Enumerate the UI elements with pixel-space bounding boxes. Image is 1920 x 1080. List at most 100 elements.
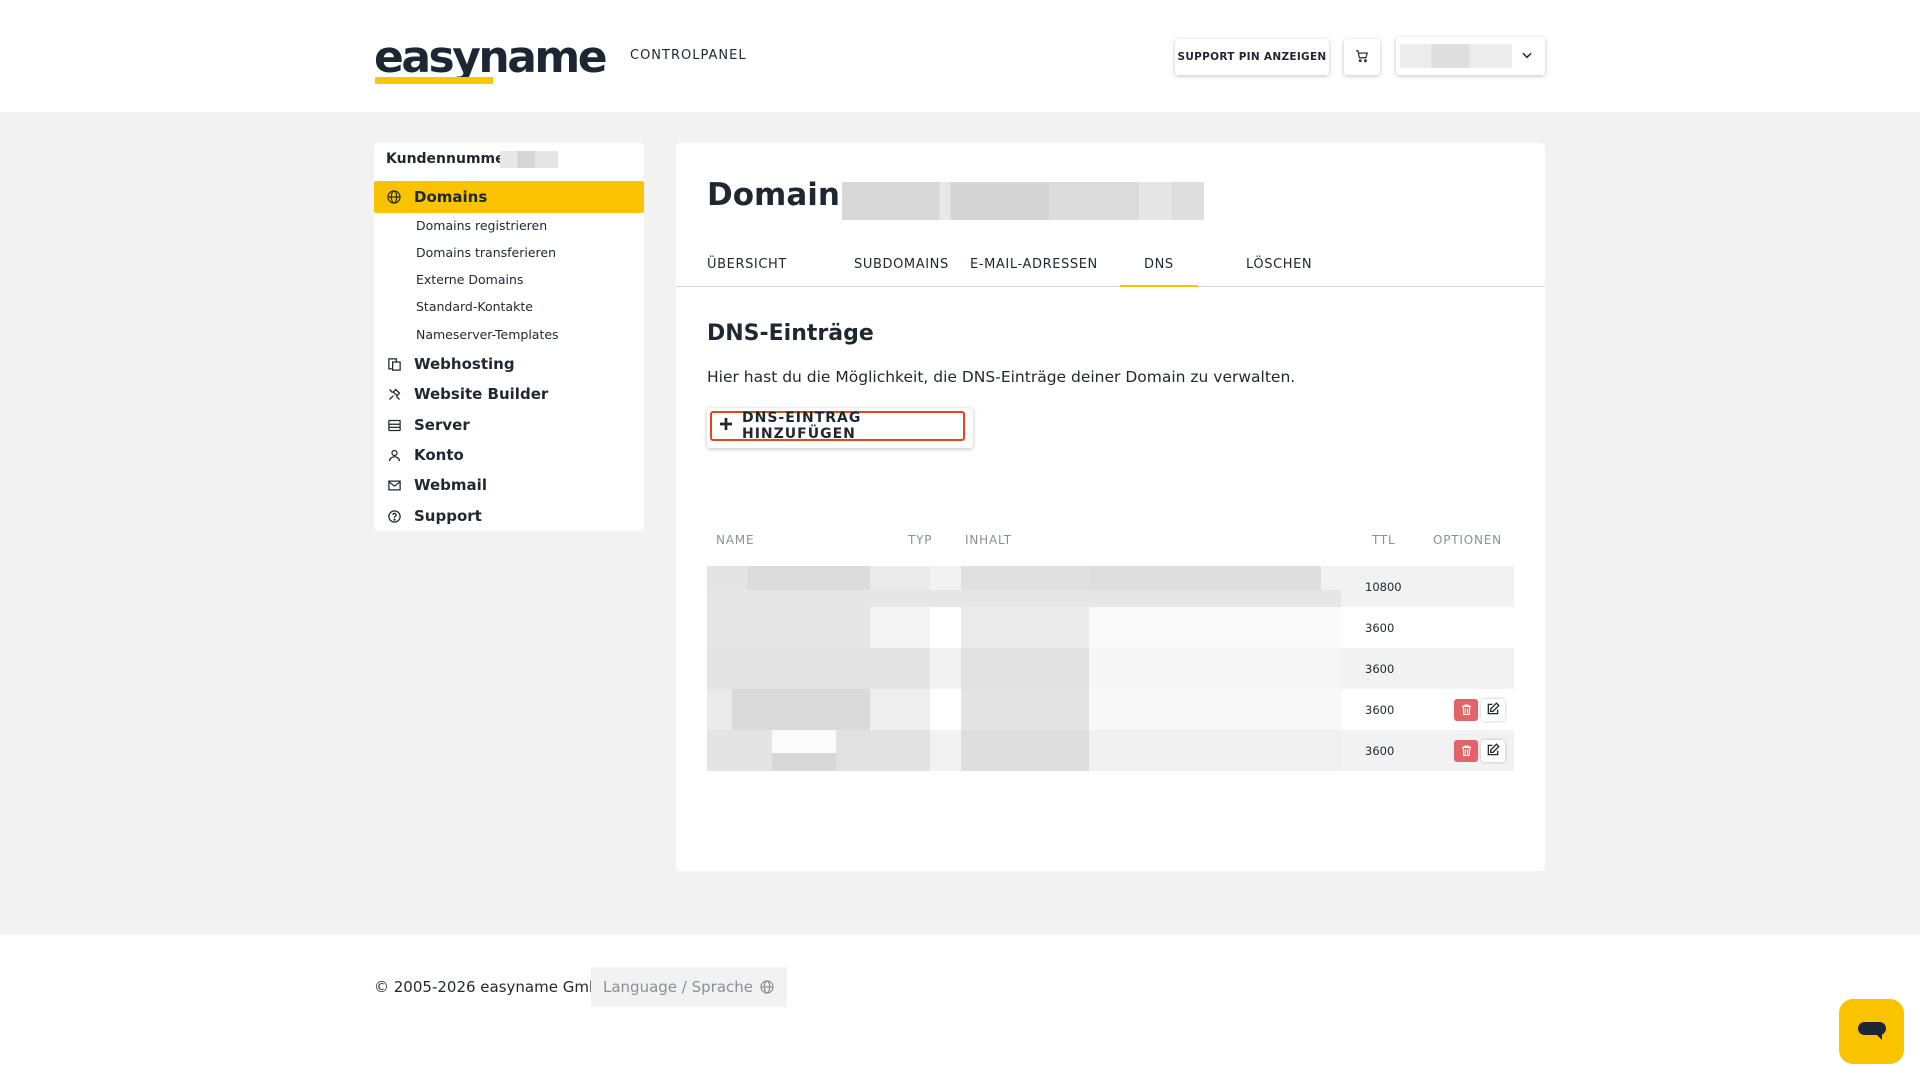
customer-number-redacted bbox=[500, 151, 558, 168]
sidebar-item-server[interactable]: Server bbox=[374, 411, 644, 439]
redacted-cell bbox=[707, 648, 930, 689]
help-icon bbox=[386, 508, 402, 524]
redacted-cell bbox=[707, 689, 732, 730]
redacted-cell bbox=[1089, 566, 1321, 590]
chat-icon bbox=[1856, 1018, 1888, 1046]
server-icon bbox=[386, 417, 402, 433]
redacted-cell bbox=[707, 730, 772, 771]
chat-button[interactable] bbox=[1839, 999, 1904, 1064]
redacted-cell bbox=[836, 730, 930, 771]
sidebar-item-support[interactable]: Support bbox=[374, 502, 644, 530]
mail-icon bbox=[386, 477, 402, 493]
redacted-cell bbox=[961, 648, 1089, 689]
domain-tabs: ÜBERSICHT SUBDOMAINS E-MAIL-ADRESSEN DNS… bbox=[676, 243, 1545, 287]
delete-record-button[interactable] bbox=[1454, 740, 1478, 762]
sidebar-item-label: Konto bbox=[414, 446, 464, 464]
column-header-content: INHALT bbox=[965, 533, 1012, 547]
edit-record-button[interactable] bbox=[1481, 699, 1505, 721]
tab-uebersicht[interactable]: ÜBERSICHT bbox=[683, 243, 811, 287]
tab-dns[interactable]: DNS bbox=[1120, 243, 1198, 287]
sidebar-item-label: Webmail bbox=[414, 476, 487, 494]
dns-records-table: 10800 3600 3600 3600 3600 bbox=[707, 566, 1514, 778]
redacted-cell bbox=[870, 566, 930, 590]
customer-number-label: Kundennummer: bbox=[386, 151, 518, 167]
sidebar-item-website-builder[interactable]: Website Builder bbox=[374, 380, 644, 408]
redacted-cell bbox=[1089, 730, 1341, 771]
add-dns-entry-button[interactable]: DNS-EINTRAG HINZUFÜGEN bbox=[707, 408, 973, 448]
edit-record-button[interactable] bbox=[1481, 740, 1505, 762]
sidebar-subitem-domains-registrieren[interactable]: Domains registrieren bbox=[416, 218, 547, 233]
footer: © 2005-2026 easyname GmbH Language / Spr… bbox=[0, 935, 1920, 1080]
section-description: Hier hast du die Möglichkeit, die DNS-Ei… bbox=[707, 368, 1296, 386]
cart-button[interactable] bbox=[1344, 39, 1380, 75]
domain-title: Domain: bbox=[707, 177, 853, 213]
trash-icon bbox=[1460, 742, 1473, 761]
table-row: 3600 bbox=[707, 689, 1514, 730]
sidebar-item-domains[interactable]: Domains bbox=[374, 181, 644, 213]
sidebar-item-label: Domains bbox=[414, 188, 488, 206]
redacted-cell bbox=[870, 689, 930, 730]
tab-email-adressen[interactable]: E-MAIL-ADRESSEN bbox=[946, 243, 1122, 287]
add-dns-entry-focus-ring: DNS-EINTRAG HINZUFÜGEN bbox=[710, 410, 965, 442]
table-row: 3600 bbox=[707, 730, 1514, 771]
table-row: 3600 bbox=[707, 648, 1514, 689]
controlpanel-label: CONTROLPANEL bbox=[630, 48, 747, 63]
globe-icon bbox=[386, 189, 402, 205]
tab-loeschen[interactable]: LÖSCHEN bbox=[1222, 243, 1336, 287]
top-header: easyname CONTROLPANEL SUPPORT PIN ANZEIG… bbox=[0, 0, 1920, 112]
column-header-name: NAME bbox=[716, 533, 755, 547]
redacted-cell bbox=[707, 590, 1341, 607]
delete-record-button[interactable] bbox=[1454, 699, 1478, 721]
chevron-down-icon bbox=[1520, 47, 1534, 66]
sidebar-item-label: Website Builder bbox=[414, 385, 549, 403]
sidebar-subitem-externe-domains[interactable]: Externe Domains bbox=[416, 272, 523, 287]
sidebar-item-konto[interactable]: Konto bbox=[374, 441, 644, 469]
add-dns-entry-label: DNS-EINTRAG HINZUFÜGEN bbox=[742, 410, 862, 442]
redacted-cell bbox=[707, 607, 870, 648]
account-dropdown[interactable] bbox=[1396, 37, 1545, 75]
ttl-value: 10800 bbox=[1365, 580, 1402, 594]
globe-icon bbox=[759, 979, 775, 999]
copyright-text: © 2005-2026 easyname GmbH bbox=[374, 978, 610, 996]
edit-icon bbox=[1486, 701, 1500, 720]
redacted-cell bbox=[961, 566, 1089, 590]
plus-icon bbox=[718, 416, 734, 436]
redacted-cell bbox=[1089, 607, 1341, 648]
ttl-value: 3600 bbox=[1365, 621, 1395, 635]
redacted-cell bbox=[961, 730, 1089, 771]
cart-icon bbox=[1355, 48, 1369, 67]
column-header-type: TYP bbox=[908, 533, 933, 547]
support-pin-button[interactable]: SUPPORT PIN ANZEIGEN bbox=[1175, 39, 1329, 75]
edit-icon bbox=[1486, 742, 1500, 761]
redacted-cell bbox=[870, 607, 930, 648]
redacted-cell bbox=[747, 566, 870, 590]
redacted-cell bbox=[961, 689, 1089, 730]
sidebar-subitem-domains-transferieren[interactable]: Domains transferieren bbox=[416, 245, 556, 260]
ttl-value: 3600 bbox=[1365, 662, 1395, 676]
language-selector[interactable]: Language / Sprache bbox=[591, 967, 787, 1007]
user-icon bbox=[386, 447, 402, 463]
sidebar-item-webhosting[interactable]: Webhosting bbox=[374, 350, 644, 378]
table-row: 3600 bbox=[707, 607, 1514, 648]
sidebar-item-label: Server bbox=[414, 416, 470, 434]
ttl-value: 3600 bbox=[1365, 744, 1395, 758]
redacted-cell bbox=[772, 753, 836, 771]
sidebar-item-label: Support bbox=[414, 507, 482, 525]
redacted-cell bbox=[961, 607, 1089, 648]
language-label: Language / Sprache bbox=[603, 978, 753, 996]
sidebar-item-webmail[interactable]: Webmail bbox=[374, 471, 644, 499]
webhosting-icon bbox=[386, 356, 402, 372]
sidebar-subitem-standard-kontakte[interactable]: Standard-Kontakte bbox=[416, 299, 533, 314]
sidebar-item-label: Webhosting bbox=[414, 355, 515, 373]
website-builder-icon bbox=[386, 386, 402, 402]
redacted-cell bbox=[732, 689, 870, 730]
trash-icon bbox=[1460, 701, 1473, 720]
column-header-ttl: TTL bbox=[1372, 533, 1396, 547]
main-content-card: Domain: ÜBERSICHT SUBDOMAINS E-MAIL-ADRE… bbox=[676, 143, 1545, 871]
sidebar: Kundennummer: Domains Domains registrier… bbox=[374, 143, 644, 531]
section-title: DNS-Einträge bbox=[707, 321, 874, 346]
redacted-cell bbox=[707, 566, 747, 590]
easyname-logo[interactable]: easyname bbox=[374, 32, 608, 84]
sidebar-subitem-nameserver-templates[interactable]: Nameserver-Templates bbox=[416, 327, 559, 342]
redacted-cell bbox=[1089, 689, 1341, 730]
